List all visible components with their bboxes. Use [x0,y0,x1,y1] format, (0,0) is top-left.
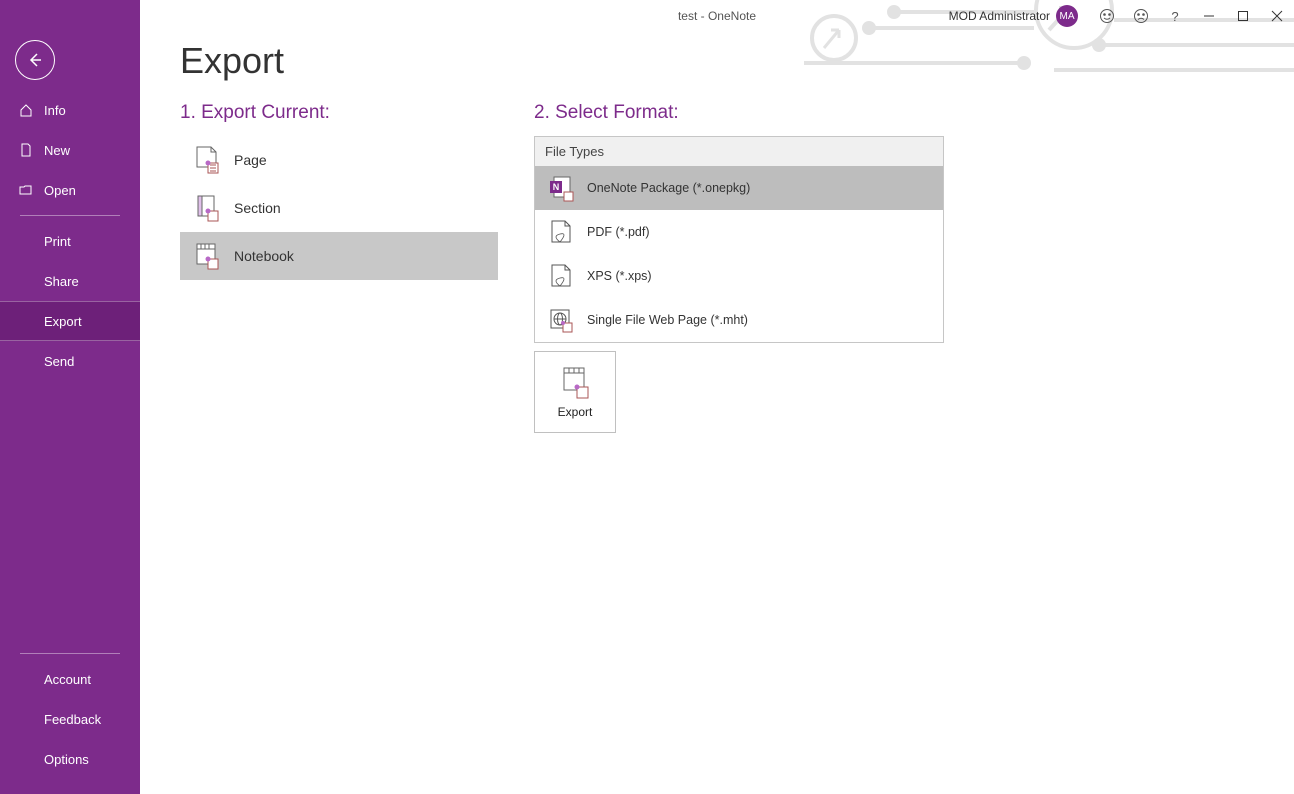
titlebar: test - OneNote MOD Administrator MA ? [140,0,1294,32]
feedback-smile-icon[interactable] [1090,0,1124,32]
label: Section [234,200,281,216]
svg-text:N: N [553,182,560,192]
pdf-icon [541,218,581,246]
sidebar-item-export[interactable]: Export [0,301,140,341]
xps-icon [541,262,581,290]
section-icon [188,193,226,223]
format-pdf[interactable]: PDF (*.pdf) [535,210,943,254]
sidebar-item-feedback[interactable]: Feedback [0,699,140,739]
new-file-icon [18,142,34,158]
export-file-icon [559,365,591,399]
page-icon [188,145,226,175]
format-onenote-package[interactable]: N OneNote Package (*.onepkg) [535,166,943,210]
sidebar-label: Share [44,274,79,289]
sidebar-item-send[interactable]: Send [0,341,140,381]
label: XPS (*.xps) [587,269,652,283]
label: Single File Web Page (*.mht) [587,313,748,327]
sidebar-item-print[interactable]: Print [0,221,140,261]
help-button[interactable]: ? [1158,0,1192,32]
label: Export [558,405,593,419]
export-current-notebook[interactable]: Notebook [180,232,498,280]
section-header-select-format: 2. Select Format: [534,102,944,124]
home-icon [18,102,34,118]
label: Page [234,152,267,168]
sidebar-label: New [44,143,70,158]
page-title: Export [180,40,1294,82]
divider [20,215,120,216]
format-xps[interactable]: XPS (*.xps) [535,254,943,298]
sidebar-label: Info [44,103,66,118]
sidebar-item-new[interactable]: New [0,130,140,170]
file-types-list: File Types N OneNote Package (*.onepkg) [534,136,944,343]
sidebar-label: Open [44,183,76,198]
close-button[interactable] [1260,0,1294,32]
sidebar-item-account[interactable]: Account [0,659,140,699]
section-header-export-current: 1. Export Current: [180,102,498,124]
sidebar-item-options[interactable]: Options [0,739,140,779]
maximize-button[interactable] [1226,0,1260,32]
minimize-button[interactable] [1192,0,1226,32]
label: OneNote Package (*.onepkg) [587,181,750,195]
export-current-page[interactable]: Page [180,136,498,184]
web-page-icon [541,306,581,334]
file-types-header: File Types [535,137,943,166]
export-button[interactable]: Export [534,351,616,433]
label: PDF (*.pdf) [587,225,650,239]
divider [20,653,120,654]
label: Notebook [234,248,294,264]
sidebar-item-open[interactable]: Open [0,170,140,210]
export-current-section[interactable]: Section [180,184,498,232]
feedback-frown-icon[interactable] [1124,0,1158,32]
sidebar-label: Export [44,314,82,329]
sidebar-label: Print [44,234,71,249]
folder-open-icon [18,182,34,198]
sidebar-label: Feedback [44,712,101,727]
main-area: test - OneNote MOD Administrator MA ? [140,0,1294,794]
backstage-sidebar: Info New Open Print Share Export Send [0,0,140,794]
notebook-icon [188,241,226,271]
onenote-package-icon: N [541,174,581,202]
format-mht[interactable]: Single File Web Page (*.mht) [535,298,943,342]
user-name[interactable]: MOD Administrator [949,9,1050,23]
sidebar-label: Send [44,354,74,369]
sidebar-label: Account [44,672,91,687]
sidebar-item-share[interactable]: Share [0,261,140,301]
avatar[interactable]: MA [1056,5,1078,27]
sidebar-item-info[interactable]: Info [0,90,140,130]
back-button[interactable] [15,40,55,80]
sidebar-label: Options [44,752,89,767]
